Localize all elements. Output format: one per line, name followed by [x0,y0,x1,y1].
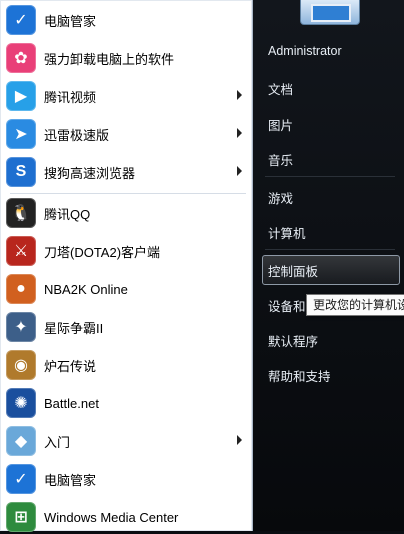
program-label: Battle.net [44,395,99,411]
media-center-icon: ⊞ [6,502,36,532]
hearthstone-icon: ◉ [6,350,36,380]
places-divider [265,176,395,177]
pinned-divider [10,193,246,194]
program-label: 腾讯QQ [44,206,91,222]
program-item-pc-manager-2[interactable]: ✓ 电脑管家 [6,462,246,496]
places-item-control-panel[interactable]: 控制面板 [268,261,318,280]
program-item-qq[interactable]: 🐧 腾讯QQ [6,196,246,230]
thunder-icon: ➤ [6,119,36,149]
program-item-starcraft2[interactable]: ✦ 星际争霸II [6,310,246,344]
submenu-arrow-icon [237,166,242,176]
program-label: 腾讯视频 [44,89,97,105]
submenu-arrow-icon [237,435,242,445]
tencent-video-icon: ▶ [6,81,36,111]
program-label: 迅雷极速版 [44,127,110,143]
program-item-dota2[interactable]: ⚔ 刀塔(DOTA2)客户端 [6,234,246,268]
submenu-arrow-icon [237,90,242,100]
program-label: 星际争霸II [44,320,104,336]
sogou-browser-icon: S [6,157,36,187]
starcraft2-icon: ✦ [6,312,36,342]
program-item-thunder[interactable]: ➤ 迅雷极速版 [6,117,246,151]
program-label: 搜狗高速浏览器 [44,165,136,181]
places-item-help[interactable]: 帮助和支持 [268,366,331,385]
program-label: Windows Media Center [44,509,179,525]
getting-started-icon: ◆ [6,426,36,456]
program-label: 电脑管家 [44,13,97,29]
program-item-sogou[interactable]: S 搜狗高速浏览器 [6,155,246,189]
control-panel-tooltip: 更改您的计算机设 [306,294,404,316]
program-label: NBA2K Online [44,281,128,297]
program-item-media-center[interactable]: ⊞ Windows Media Center [6,500,246,534]
places-item-documents[interactable]: 文档 [268,79,293,98]
dota2-icon: ⚔ [6,236,36,266]
basketball-icon: ● [6,274,36,304]
program-label: 入门 [44,434,71,450]
places-divider [265,249,395,250]
qq-penguin-icon: 🐧 [6,198,36,228]
program-item-uninstall[interactable]: ✿ 强力卸载电脑上的软件 [6,41,246,75]
user-avatar-icon[interactable] [300,0,360,25]
program-item-battlenet[interactable]: ✺ Battle.net [6,386,246,420]
program-item-pc-manager[interactable]: ✓ 电脑管家 [6,3,246,37]
program-item-getting-started[interactable]: ◆ 入门 [6,424,246,458]
program-label: 炉石传说 [44,358,97,374]
tencent-pc-manager-icon: ✓ [6,5,36,35]
program-label: 刀塔(DOTA2)客户端 [44,244,161,260]
program-item-nba2k[interactable]: ● NBA2K Online [6,272,246,306]
tencent-pc-manager-icon: ✓ [6,464,36,494]
battlenet-icon: ✺ [6,388,36,418]
program-label: 强力卸载电脑上的软件 [44,51,175,67]
program-item-hearthstone[interactable]: ◉ 炉石传说 [6,348,246,382]
places-item-pictures[interactable]: 图片 [268,115,293,134]
uninstall-software-icon: ✿ [6,43,36,73]
places-item-administrator[interactable]: Administrator [268,44,342,58]
program-item-tencent-video[interactable]: ▶ 腾讯视频 [6,79,246,113]
places-item-devices[interactable]: 设备和 [268,296,306,315]
places-item-computer[interactable]: 计算机 [268,223,306,242]
places-item-music[interactable]: 音乐 [268,150,293,169]
places-item-default-programs[interactable]: 默认程序 [268,331,318,350]
program-label: 电脑管家 [44,472,97,488]
programs-pane: ✓ 电脑管家 ✿ 强力卸载电脑上的软件 ▶ 腾讯视频 ➤ 迅雷极速版 S 搜狗高… [0,0,253,534]
start-menu: ✓ 电脑管家 ✿ 强力卸载电脑上的软件 ▶ 腾讯视频 ➤ 迅雷极速版 S 搜狗高… [0,0,404,534]
submenu-arrow-icon [237,128,242,138]
places-item-games[interactable]: 游戏 [268,188,293,207]
